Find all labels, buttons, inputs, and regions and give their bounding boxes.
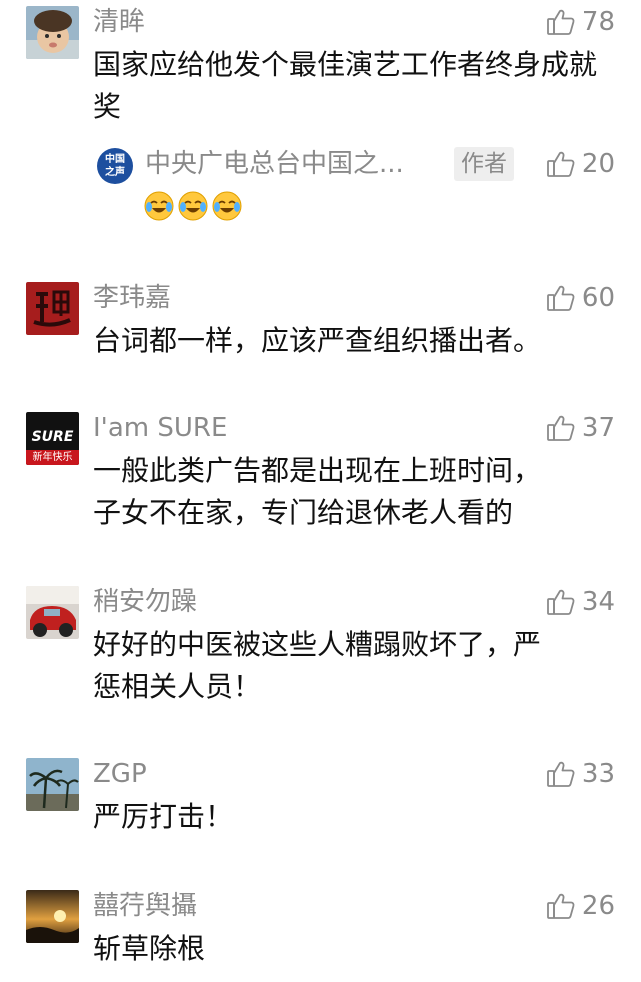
like-button[interactable]: 60 [546, 280, 615, 316]
reply-avatar[interactable]: 中国 之声 [97, 148, 133, 184]
laughing-crying-emoji-icon [212, 191, 242, 221]
comment-item: ZGP 33 严厉打击！ [0, 752, 641, 852]
comment-nickname[interactable]: 清眸 [93, 4, 145, 40]
like-button[interactable]: 26 [546, 888, 615, 924]
like-count: 34 [581, 587, 615, 617]
thumbs-up-icon [547, 9, 575, 35]
like-button[interactable]: 33 [546, 756, 615, 792]
like-count: 20 [581, 149, 615, 179]
like-count: 37 [581, 413, 615, 443]
laughing-crying-emoji-icon [144, 191, 174, 221]
reply-emojis [143, 190, 243, 222]
thumbs-up-icon [547, 151, 575, 177]
comment-nickname[interactable]: 李玮嘉 [93, 280, 171, 316]
thumbs-up-icon [547, 415, 575, 441]
thumbs-up-icon [547, 285, 575, 311]
avatar-logo-text: SURE [31, 429, 74, 445]
laughing-crying-emoji-icon [178, 191, 208, 221]
like-count: 78 [581, 7, 615, 37]
avatar-subtext: 新年快乐 [32, 452, 73, 463]
comment-item: 清眸 78 国家应给他发个最佳演艺工作者终身成就奖 中国 之声 中央广电总台中国… [0, 0, 641, 240]
comment-nickname[interactable]: 囍荇舆攝 [93, 888, 197, 924]
like-count: 33 [581, 759, 615, 789]
like-button[interactable]: 78 [546, 4, 615, 40]
avatar[interactable] [26, 586, 79, 639]
comment-item: 囍荇舆攝 26 斩草除根 [0, 884, 641, 982]
comment-item: SURE 新年快乐 I'am SURE 37 一般此类广告都是出现在上班时间， … [0, 406, 641, 546]
author-reply: 中国 之声 中央广电总台中国之... 作者 20 [93, 142, 615, 232]
thumbs-up-icon [547, 589, 575, 615]
like-button[interactable]: 34 [546, 584, 615, 620]
comment-text: 台词都一样，应该严查组织播出者。 [93, 324, 542, 357]
reply-avatar-text: 中国 之声 [105, 154, 125, 178]
comment-item: 李玮嘉 60 台词都一样，应该严查组织播出者。 [0, 276, 641, 376]
comment-nickname[interactable]: I'am SURE [93, 410, 227, 446]
like-count: 26 [581, 891, 615, 921]
avatar[interactable]: SURE 新年快乐 [26, 412, 79, 465]
avatar[interactable] [26, 890, 79, 943]
avatar[interactable] [26, 282, 79, 335]
comment-text: 好好的中医被这些人糟蹋败坏了，严 惩相关人员！ [93, 628, 542, 703]
reply-nickname[interactable]: 中央广电总台中国之... [145, 146, 404, 182]
comment-text: 严厉打击！ [93, 800, 234, 833]
reply-like-button[interactable]: 20 [546, 146, 615, 182]
thumbs-up-icon [547, 893, 575, 919]
avatar[interactable] [26, 6, 79, 59]
like-count: 60 [581, 283, 615, 313]
comment-text: 斩草除根 [93, 932, 206, 965]
author-badge: 作者 [454, 147, 514, 181]
comment-text: 国家应给他发个最佳演艺工作者终身成就奖 [93, 48, 598, 123]
comment-item: 稍安勿躁 34 好好的中医被这些人糟蹋败坏了，严 惩相关人员！ [0, 580, 641, 720]
comment-text: 一般此类广告都是出现在上班时间， 子女不在家，专门给退休老人看的 [93, 454, 542, 529]
thumbs-up-icon [547, 761, 575, 787]
like-button[interactable]: 37 [546, 410, 615, 446]
comment-nickname[interactable]: ZGP [93, 756, 147, 792]
comment-nickname[interactable]: 稍安勿躁 [93, 584, 197, 620]
avatar[interactable] [26, 758, 79, 811]
